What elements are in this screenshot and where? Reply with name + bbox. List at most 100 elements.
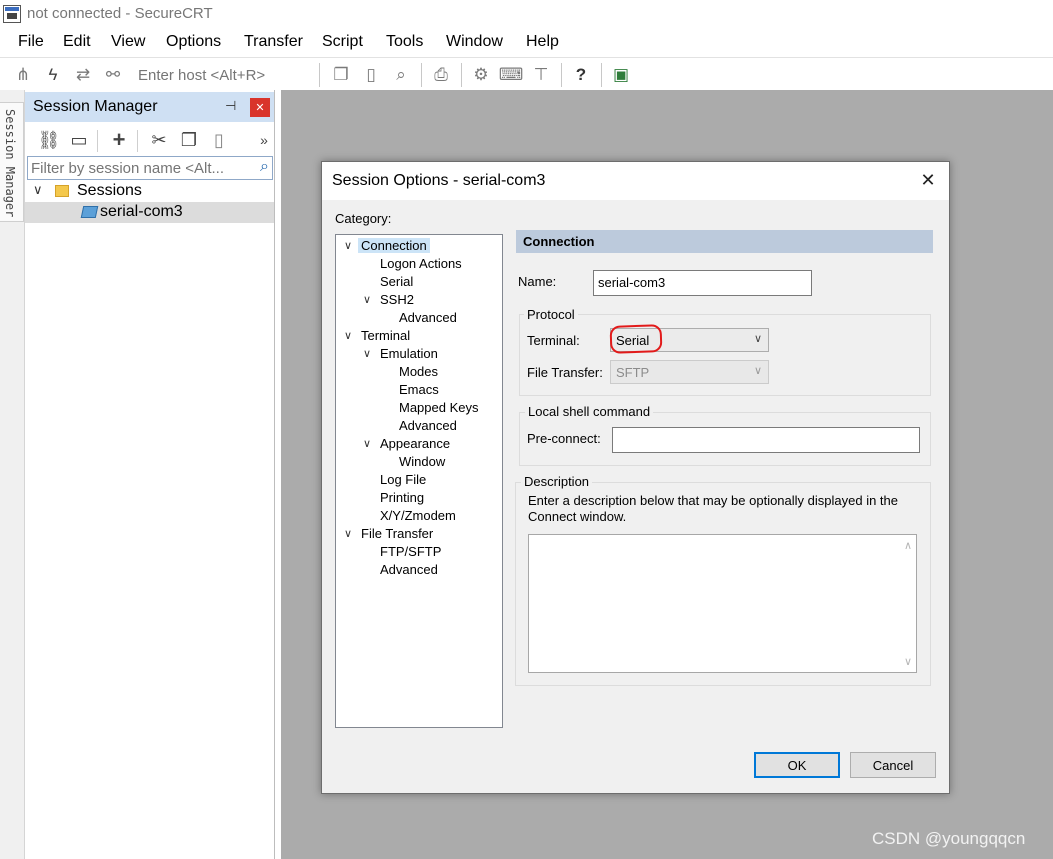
- session-icon: [80, 206, 99, 218]
- session-manager-title: Session Manager: [33, 98, 158, 115]
- more-chevron-icon[interactable]: »: [252, 128, 276, 152]
- menu-tools[interactable]: Tools: [386, 33, 423, 51]
- chevron-down-icon[interactable]: ∨: [344, 239, 352, 252]
- category-file-transfer[interactable]: File Transfer: [361, 526, 433, 541]
- category-label: Category:: [335, 211, 392, 226]
- scroll-down-arrow-icon[interactable]: ∨: [904, 655, 912, 668]
- menu-edit[interactable]: Edit: [63, 33, 91, 51]
- category-logon-actions[interactable]: Logon Actions: [380, 256, 462, 271]
- disconnect-icon[interactable]: ⚯: [102, 64, 124, 86]
- cancel-button[interactable]: Cancel: [850, 752, 936, 778]
- menu-window[interactable]: Window: [446, 33, 503, 51]
- close-icon[interactable]: ✕: [918, 170, 938, 190]
- side-dock-strip: Session Manager: [0, 90, 25, 859]
- toolbar-separator: [319, 63, 320, 87]
- main-toolbar: ⋔ ϟ ⇄ ⚯ ❐ ▯ ⌕ ⎙ ⚙ ⌨ ⊤ ? ▣: [0, 57, 1053, 90]
- category-serial[interactable]: Serial: [380, 274, 413, 289]
- paste-icon[interactable]: ▯: [360, 64, 382, 86]
- category-connection[interactable]: Connection: [358, 238, 430, 253]
- tree-item-label: Sessions: [77, 182, 142, 199]
- scroll-up-arrow-icon[interactable]: ∧: [904, 539, 912, 552]
- quick-connect-icon[interactable]: ϟ: [42, 64, 64, 86]
- dialog-title: Session Options - serial-com3: [332, 172, 546, 189]
- session-manager-side-tab[interactable]: Session Manager: [0, 102, 24, 222]
- close-icon[interactable]: ✕: [250, 98, 270, 117]
- chevron-down-icon[interactable]: ∨: [363, 293, 371, 306]
- chevron-down-icon[interactable]: ∨: [344, 329, 352, 342]
- find-icon[interactable]: ⌕: [390, 64, 412, 86]
- menu-help[interactable]: Help: [526, 33, 559, 51]
- reconnect-icon[interactable]: ⇄: [72, 64, 94, 86]
- connect-bar-icon[interactable]: ⋔: [12, 64, 34, 86]
- sessions-icon[interactable]: ▣: [610, 64, 632, 86]
- keymap-icon[interactable]: ⌨: [499, 64, 524, 86]
- description-hint-line2: Connect window.: [528, 509, 627, 524]
- category-appearance[interactable]: Appearance: [380, 436, 450, 451]
- securecrt-app-icon: [3, 5, 21, 23]
- file-transfer-value: SFTP: [616, 365, 650, 380]
- category-log-file[interactable]: Log File: [380, 472, 426, 487]
- sftp-icon[interactable]: ⊤: [530, 64, 552, 86]
- category-ssh2-advanced[interactable]: Advanced: [399, 310, 457, 325]
- chevron-down-icon: ∨: [753, 365, 762, 377]
- menu-options[interactable]: Options: [166, 33, 221, 51]
- link-icon[interactable]: ⛓: [37, 128, 61, 152]
- description-textarea[interactable]: ∧ ∨: [528, 534, 917, 673]
- pin-icon[interactable]: ⊣: [225, 98, 239, 116]
- chevron-down-icon[interactable]: ∨: [363, 437, 371, 450]
- category-emulation[interactable]: Emulation: [380, 346, 438, 361]
- preconnect-label: Pre-connect:: [527, 431, 601, 446]
- menu-bar: File Edit View Options Transfer Script T…: [0, 30, 1053, 56]
- category-printing[interactable]: Printing: [380, 490, 424, 505]
- menu-view[interactable]: View: [111, 33, 145, 51]
- category-file-transfer-advanced[interactable]: Advanced: [380, 562, 438, 577]
- paste-icon[interactable]: ▯: [207, 128, 231, 152]
- print-icon[interactable]: ⎙: [430, 64, 452, 86]
- preconnect-field[interactable]: [612, 427, 920, 453]
- session-filter-field[interactable]: ⌕: [27, 156, 273, 180]
- copy-icon[interactable]: ❐: [177, 128, 201, 152]
- chevron-down-icon[interactable]: ∨: [344, 527, 352, 540]
- protocol-legend: Protocol: [524, 307, 578, 322]
- menu-file[interactable]: File: [18, 33, 44, 51]
- terminal-label: Terminal:: [527, 333, 580, 348]
- tree-item-sessions[interactable]: ∨ Sessions: [25, 181, 274, 202]
- search-icon[interactable]: ⌕: [260, 158, 269, 176]
- copy-icon[interactable]: ❐: [330, 64, 352, 86]
- help-icon[interactable]: ?: [570, 64, 592, 86]
- menu-transfer[interactable]: Transfer: [244, 33, 303, 51]
- add-icon[interactable]: +: [107, 127, 131, 152]
- side-tab-label: Session Manager: [3, 109, 17, 218]
- file-transfer-select[interactable]: SFTP ∨: [610, 360, 769, 384]
- name-label: Name:: [518, 274, 557, 289]
- category-xyzmodem[interactable]: X/Y/Zmodem: [380, 508, 456, 523]
- toolbar-separator: [137, 130, 138, 152]
- cut-icon[interactable]: ✂: [147, 128, 171, 152]
- settings-icon[interactable]: ⚙: [470, 64, 492, 86]
- toolbar-separator: [461, 63, 462, 87]
- category-modes[interactable]: Modes: [399, 364, 438, 379]
- menu-script[interactable]: Script: [322, 33, 363, 51]
- new-tab-icon[interactable]: ▭: [67, 128, 91, 152]
- local-shell-legend: Local shell command: [525, 404, 654, 419]
- session-filter-input[interactable]: [31, 159, 246, 177]
- ok-button[interactable]: OK: [754, 752, 840, 778]
- window-title: not connected - SecureCRT: [27, 5, 213, 22]
- session-options-dialog: Session Options - serial-com3 ✕ Category…: [321, 161, 950, 794]
- category-emacs[interactable]: Emacs: [399, 382, 439, 397]
- tree-item-serial-com3[interactable]: serial-com3: [25, 202, 274, 223]
- category-window[interactable]: Window: [399, 454, 445, 469]
- category-emulation-advanced[interactable]: Advanced: [399, 418, 457, 433]
- description-legend: Description: [521, 474, 593, 489]
- category-terminal[interactable]: Terminal: [361, 328, 410, 343]
- chevron-down-icon: ∨: [753, 333, 762, 345]
- category-mapped-keys[interactable]: Mapped Keys: [399, 400, 479, 415]
- category-tree: ∨ Connection Logon Actions Serial ∨ SSH2…: [335, 234, 503, 728]
- enter-host-input[interactable]: [134, 63, 314, 87]
- chevron-down-icon[interactable]: ∨: [363, 347, 371, 360]
- chevron-down-icon[interactable]: ∨: [33, 182, 43, 198]
- name-field[interactable]: serial-com3: [593, 270, 812, 296]
- folder-icon: [55, 185, 69, 197]
- category-ftp-sftp[interactable]: FTP/SFTP: [380, 544, 441, 559]
- category-ssh2[interactable]: SSH2: [380, 292, 414, 307]
